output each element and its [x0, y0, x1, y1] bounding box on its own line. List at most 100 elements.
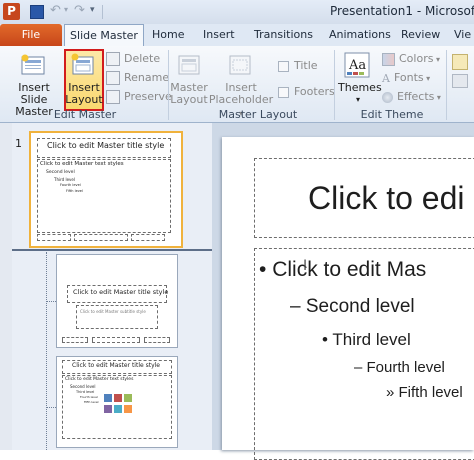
background-styles-icon[interactable]	[452, 54, 468, 70]
customize-toolbar-icon[interactable]: ▾	[90, 5, 95, 15]
slide-number: 1	[15, 137, 22, 150]
rename-label: Rename	[124, 71, 170, 84]
master-layout-label-2: Layout	[170, 93, 208, 106]
footers-checkbox-label: Footers	[294, 85, 335, 98]
themes-chevron-down-icon: ▾	[355, 95, 360, 104]
layout2-level-4: Fourth level	[80, 395, 98, 399]
footers-checkbox[interactable]	[278, 86, 289, 98]
dash-bullet-icon: –	[290, 296, 301, 317]
rename-button[interactable]: Rename	[106, 71, 169, 85]
insert-layout-icon	[70, 53, 96, 77]
slide-body-level-2: – Second level	[290, 296, 415, 318]
group-label-master-layout: Master Layout	[218, 108, 298, 121]
tab-animations[interactable]: Animations	[329, 24, 391, 46]
fonts-icon: A	[382, 71, 390, 85]
tab-home[interactable]: Home	[152, 24, 184, 46]
content-placeholder-icons	[103, 393, 133, 415]
themes-label: Themes	[338, 81, 382, 94]
slide-body-level-4: – Fourth level	[354, 359, 445, 376]
tab-file[interactable]: File	[0, 24, 62, 46]
slide-body-level-5-text: Fifth level	[398, 384, 463, 401]
layout-connector-line	[46, 252, 47, 450]
delete-button[interactable]: Delete	[106, 52, 160, 66]
colors-icon	[382, 52, 395, 66]
group-label-edit-master: Edit Master	[53, 108, 117, 121]
insert-layout-label-2: Layout	[65, 93, 103, 106]
insert-placeholder-icon	[228, 54, 252, 76]
tab-review[interactable]: Review	[401, 24, 440, 46]
layout2-body-text: Click to edit Master text styles	[65, 377, 134, 382]
slide-body-level-3: • Third level	[322, 330, 411, 350]
thumbnail-footer-number	[131, 234, 165, 241]
effects-chevron-down-icon: ▾	[434, 93, 441, 102]
title-checkbox-row[interactable]: Title	[278, 59, 318, 72]
redo-icon[interactable]: ↷	[74, 3, 85, 18]
slide-title-text: Click to edi	[308, 180, 465, 216]
layout-connector-line	[46, 407, 56, 408]
layout-connector-line	[46, 301, 56, 302]
master-layout-button[interactable]: Master Layout	[170, 82, 208, 106]
title-checkbox-label: Title	[294, 59, 318, 72]
tab-view[interactable]: Vie	[454, 24, 471, 46]
thumbnail-level-5: Fifth level	[66, 189, 83, 193]
rename-icon	[106, 71, 120, 85]
title-checkbox[interactable]	[278, 60, 289, 72]
window-title: Presentation1 - Microsof	[330, 4, 474, 18]
svg-text:Aa: Aa	[348, 58, 366, 73]
slide-body-level-2-text: Second level	[305, 296, 415, 317]
insert-placeholder-label-2: Placeholder	[208, 93, 274, 106]
fonts-button[interactable]: A Fonts ▾	[382, 71, 430, 85]
preserve-label: Preserve	[124, 90, 172, 103]
undo-icon[interactable]: ↶	[50, 3, 61, 18]
colors-label: Colors	[399, 52, 434, 65]
layout-subtitle-text: Click to edit Master subtitle style	[80, 309, 146, 314]
thumbnail-footer-text	[74, 234, 128, 241]
ribbon-separator	[168, 50, 169, 120]
footers-checkbox-row[interactable]: Footers	[278, 85, 335, 98]
layout2-level-5: Fifth level	[84, 400, 99, 404]
layout-footer-date	[62, 337, 88, 343]
group-label-edit-theme: Edit Theme	[360, 108, 424, 121]
thumbnail-scrollbar[interactable]	[0, 123, 12, 450]
tab-slide-master[interactable]: Slide Master	[64, 24, 144, 47]
layout2-level-3: Third level	[76, 390, 95, 394]
insert-layout-label: Insert Layout	[64, 82, 104, 106]
effects-icon	[382, 91, 393, 103]
thumbnail-master-text: Click to edit Master text styles	[40, 161, 124, 167]
tab-insert[interactable]: Insert	[203, 24, 235, 46]
slide-body-level-1-text: Click to edit Mas	[272, 258, 427, 281]
ribbon-separator	[334, 50, 335, 120]
colors-button[interactable]: Colors ▾	[382, 52, 440, 66]
bullet-icon: •	[322, 330, 328, 349]
delete-icon	[106, 52, 120, 66]
save-icon[interactable]	[30, 5, 44, 19]
tab-transitions[interactable]: Transitions	[254, 24, 313, 46]
layout2-level-2: Second level	[70, 384, 96, 389]
text-cursor-icon: I	[303, 258, 308, 274]
toolbar-separator	[102, 5, 103, 19]
themes-button[interactable]: Themes ▾	[338, 81, 382, 106]
delete-label: Delete	[124, 52, 161, 65]
insert-slide-master-label-1: Insert Slide	[18, 81, 50, 106]
effects-button[interactable]: Effects ▾	[382, 90, 441, 103]
layout-footer-text	[92, 337, 140, 343]
chevron-bullet-icon: »	[386, 384, 395, 401]
pane-divider	[12, 249, 212, 251]
ribbon-separator	[446, 50, 447, 120]
powerpoint-icon[interactable]: P	[3, 3, 20, 20]
slide-body-level-3-text: Third level	[332, 330, 411, 349]
dash-bullet-icon: –	[354, 359, 363, 376]
preserve-button[interactable]: Preserve	[106, 90, 172, 104]
slide-body-level-4-text: Fourth level	[366, 359, 445, 376]
preserve-icon	[106, 90, 120, 104]
thumbnail-level-3: Third level	[54, 177, 75, 182]
layout-title-text: Click to edit Master title style	[73, 288, 169, 296]
background-option-icon[interactable]	[452, 74, 468, 88]
slide-body-level-5: » Fifth level	[386, 384, 463, 401]
insert-slide-master-icon	[20, 54, 46, 76]
undo-dropdown-icon[interactable]: ▾	[64, 5, 68, 14]
themes-icon: Aa	[344, 52, 370, 78]
thumbnail-level-4: Fourth level	[60, 183, 81, 187]
slide-body-level-1: • Click to edit Mas	[259, 258, 426, 282]
layout2-title-text: Click to edit Master title style	[72, 362, 160, 369]
